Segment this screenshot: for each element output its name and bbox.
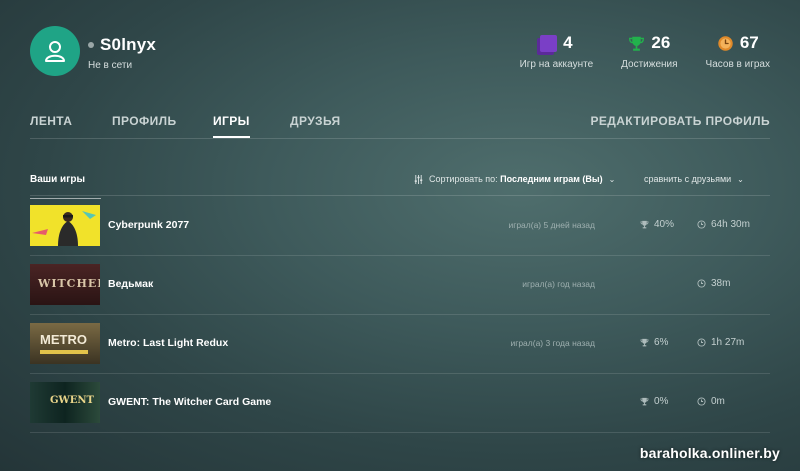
- username: S0lnyx: [100, 35, 157, 54]
- your-games-tab[interactable]: Ваши игры: [30, 174, 102, 199]
- game-row[interactable]: METRO Metro: Last Light Redux играл(а) 3…: [30, 315, 770, 374]
- cover-art: [32, 211, 96, 246]
- play-time: 1h 27m: [697, 337, 744, 348]
- play-time-value: 38m: [711, 278, 731, 289]
- metro-cover: METRO: [30, 323, 100, 364]
- online-status: Не в сети: [88, 60, 133, 71]
- game-row[interactable]: WITCHER Ведьмак играл(а) год назад 38m: [30, 256, 770, 315]
- game-title: GWENT: The Witcher Card Game: [108, 396, 272, 408]
- cover-text: METRO: [40, 332, 87, 347]
- stat-achievements[interactable]: 26 Достижения: [621, 33, 677, 70]
- stat-value: 26: [651, 33, 671, 52]
- sort-prefix: Сортировать по:: [429, 174, 498, 184]
- achievements-percent: 0%: [654, 396, 669, 407]
- cover-text: WITCHER: [38, 277, 100, 290]
- play-time: 38m: [697, 278, 730, 289]
- achievements-percent: 40%: [654, 219, 675, 230]
- compare-label: сравнить с друзьями: [644, 174, 732, 184]
- tab-profile[interactable]: ПРОФИЛЬ: [112, 114, 177, 128]
- game-row[interactable]: Cyberpunk 2077 играл(а) 5 дней назад 40%…: [30, 197, 770, 256]
- sort-label: Сортировать по: Последним играм (Вы): [429, 174, 603, 184]
- clock-icon: [697, 397, 706, 406]
- tab-friends[interactable]: ДРУЗЬЯ: [290, 114, 341, 128]
- play-time-value: 1h 27m: [711, 337, 745, 348]
- witcher-cover: WITCHER: [30, 264, 100, 305]
- stat-label: Достижения: [621, 59, 678, 70]
- tab-games[interactable]: ИГРЫ: [213, 114, 250, 138]
- achievements-progress: 40%: [640, 219, 674, 230]
- last-played: играл(а) год назад: [522, 279, 595, 289]
- chevron-down-icon: ⌄: [737, 174, 744, 184]
- tab-feed[interactable]: ЛЕНТА: [30, 114, 72, 128]
- stat-games[interactable]: 4 Игр на аккаунте: [520, 33, 594, 70]
- profile-stats: 4 Игр на аккаунте 26 Достижения 67 Часов…: [492, 33, 770, 70]
- trophy-icon: [629, 36, 645, 51]
- play-time: 0m: [697, 396, 725, 407]
- sort-dropdown[interactable]: Сортировать по: Последним играм (Вы) ⌄: [414, 174, 615, 184]
- cover-stripe: [40, 350, 88, 354]
- achievements-progress: 0%: [640, 396, 668, 407]
- stat-value: 4: [563, 33, 573, 52]
- play-time-value: 64h 30m: [711, 219, 750, 230]
- avatar[interactable]: [30, 26, 80, 76]
- chevron-down-icon: ⌄: [608, 174, 616, 184]
- game-title: Cyberpunk 2077: [108, 219, 190, 231]
- profile-header: S0lnyx Не в сети 4 Игр на аккаунте 26 До…: [30, 26, 770, 82]
- status-dot: [88, 42, 94, 48]
- clock-icon: [697, 338, 706, 347]
- stat-label: Часов в играх: [705, 59, 770, 70]
- games-list-header: Ваши игры Сортировать по: Последним игра…: [30, 166, 770, 199]
- clock-icon: [718, 35, 733, 51]
- achievements-progress: 6%: [640, 337, 668, 348]
- user-icon: [45, 41, 65, 62]
- achievements-percent: 6%: [654, 337, 669, 348]
- game-title: Metro: Last Light Redux: [108, 337, 229, 349]
- game-row[interactable]: GWENT GWENT: The Witcher Card Game 0% 0m: [30, 374, 770, 433]
- games-list: Cyberpunk 2077 играл(а) 5 дней назад 40%…: [30, 197, 770, 433]
- last-played: играл(а) 3 года назад: [510, 338, 595, 348]
- clock-icon: [697, 220, 706, 229]
- gwent-cover: GWENT: [30, 382, 100, 423]
- sort-value: Последним играм (Вы): [500, 174, 603, 184]
- watermark: baraholka.onliner.by: [639, 445, 780, 461]
- play-time-value: 0m: [711, 396, 725, 407]
- edit-profile-button[interactable]: РЕДАКТИРОВАТЬ ПРОФИЛЬ: [590, 114, 770, 128]
- user-info: S0lnyx Не в сети: [88, 35, 156, 71]
- trophy-icon: [640, 220, 649, 229]
- play-time: 64h 30m: [697, 219, 750, 230]
- clock-icon: [697, 279, 706, 288]
- profile-nav: ЛЕНТА ПРОФИЛЬ ИГРЫ ДРУЗЬЯ РЕДАКТИРОВАТЬ …: [30, 106, 770, 139]
- sliders-icon: [414, 174, 423, 184]
- stat-value: 67: [739, 33, 759, 52]
- cyberpunk-cover: [30, 205, 100, 246]
- compare-friends-dropdown[interactable]: сравнить с друзьями ⌄: [644, 174, 744, 184]
- stat-label: Игр на аккаунте: [519, 59, 594, 70]
- trophy-icon: [640, 397, 649, 406]
- game-title: Ведьмак: [108, 278, 154, 290]
- trophy-icon: [640, 338, 649, 347]
- cover-text: GWENT: [50, 395, 94, 406]
- stat-hours[interactable]: 67 Часов в играх: [706, 33, 770, 70]
- games-icon: [540, 34, 558, 52]
- last-played: играл(а) 5 дней назад: [508, 220, 595, 230]
